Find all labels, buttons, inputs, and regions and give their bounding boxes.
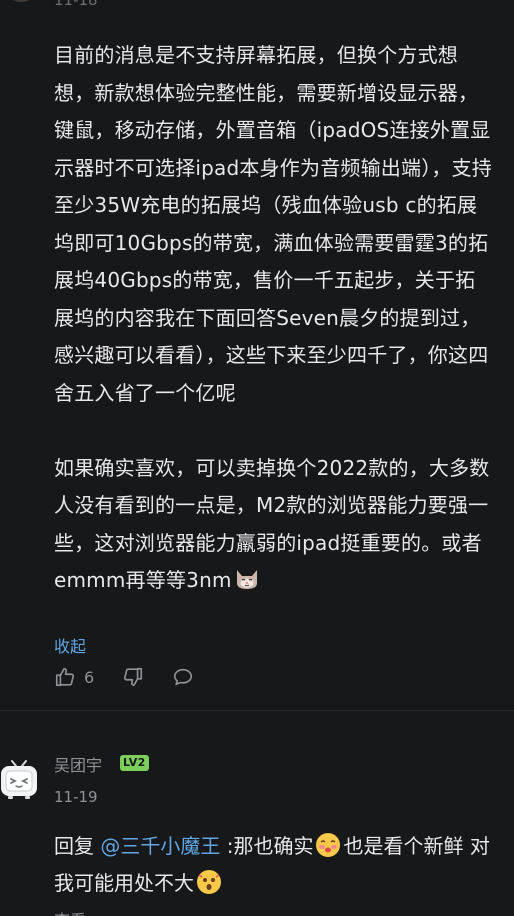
mention-link[interactable]: @三千小魔王 [100,834,220,858]
comment-paragraph-2-text: 如果确实喜欢，可以卖掉换个2022款的，大多数人没有看到的一点是，M2款的浏览器… [54,455,490,593]
reply-text-1: :那也确实 [220,834,314,858]
reply-date: 11-19 [54,788,98,806]
like-button[interactable]: 6 [54,666,94,688]
tv-mascot-avatar-icon[interactable] [0,757,38,801]
like-count: 6 [84,667,95,687]
comment-feed: 11-18 目前的消息是不支持屏幕拓展，但换个方式想想，新款想体验完整性能，需要… [0,0,514,916]
reply-button[interactable] [172,666,194,688]
comment-paragraph-1: 目前的消息是不支持屏幕拓展，但换个方式想想，新款想体验完整性能，需要新增设显示器… [54,43,493,405]
cat-emoji-icon [236,570,257,589]
reply-prefix: 回复 [54,834,101,858]
reply-username[interactable]: 吴团宇 [54,752,102,776]
comment-paragraph-2: 如果确实喜欢，可以卖掉换个2022款的，大多数人没有看到的一点是，M2款的浏览器… [54,450,494,600]
comment-divider [0,710,514,711]
partial-view-link[interactable]: 查看 [54,907,86,916]
kiss-face-emoji-icon [316,833,341,857]
reply-body: 回复 @三千小魔王 :那也确实 也是看个新鲜 对我可能用处不大 [54,828,494,902]
level-badge: LV2 [120,755,149,771]
comment-body: 目前的消息是不支持屏幕拓展，但换个方式想想，新款想体验完整性能，需要新增设显示器… [54,37,494,600]
collapse-button[interactable]: 收起 [54,633,86,657]
thumbs-down-icon [124,667,143,687]
dislike-button[interactable] [122,666,144,688]
comment-bubble-icon [174,668,193,686]
reply-actions: 查看 [54,907,86,916]
thumbs-up-icon [55,667,75,687]
previous-comment-date: 11-18 [54,0,98,9]
comment-actions: 6 [54,664,194,690]
shocked-face-emoji-icon [197,870,221,894]
previous-user-avatar[interactable] [4,0,38,2]
